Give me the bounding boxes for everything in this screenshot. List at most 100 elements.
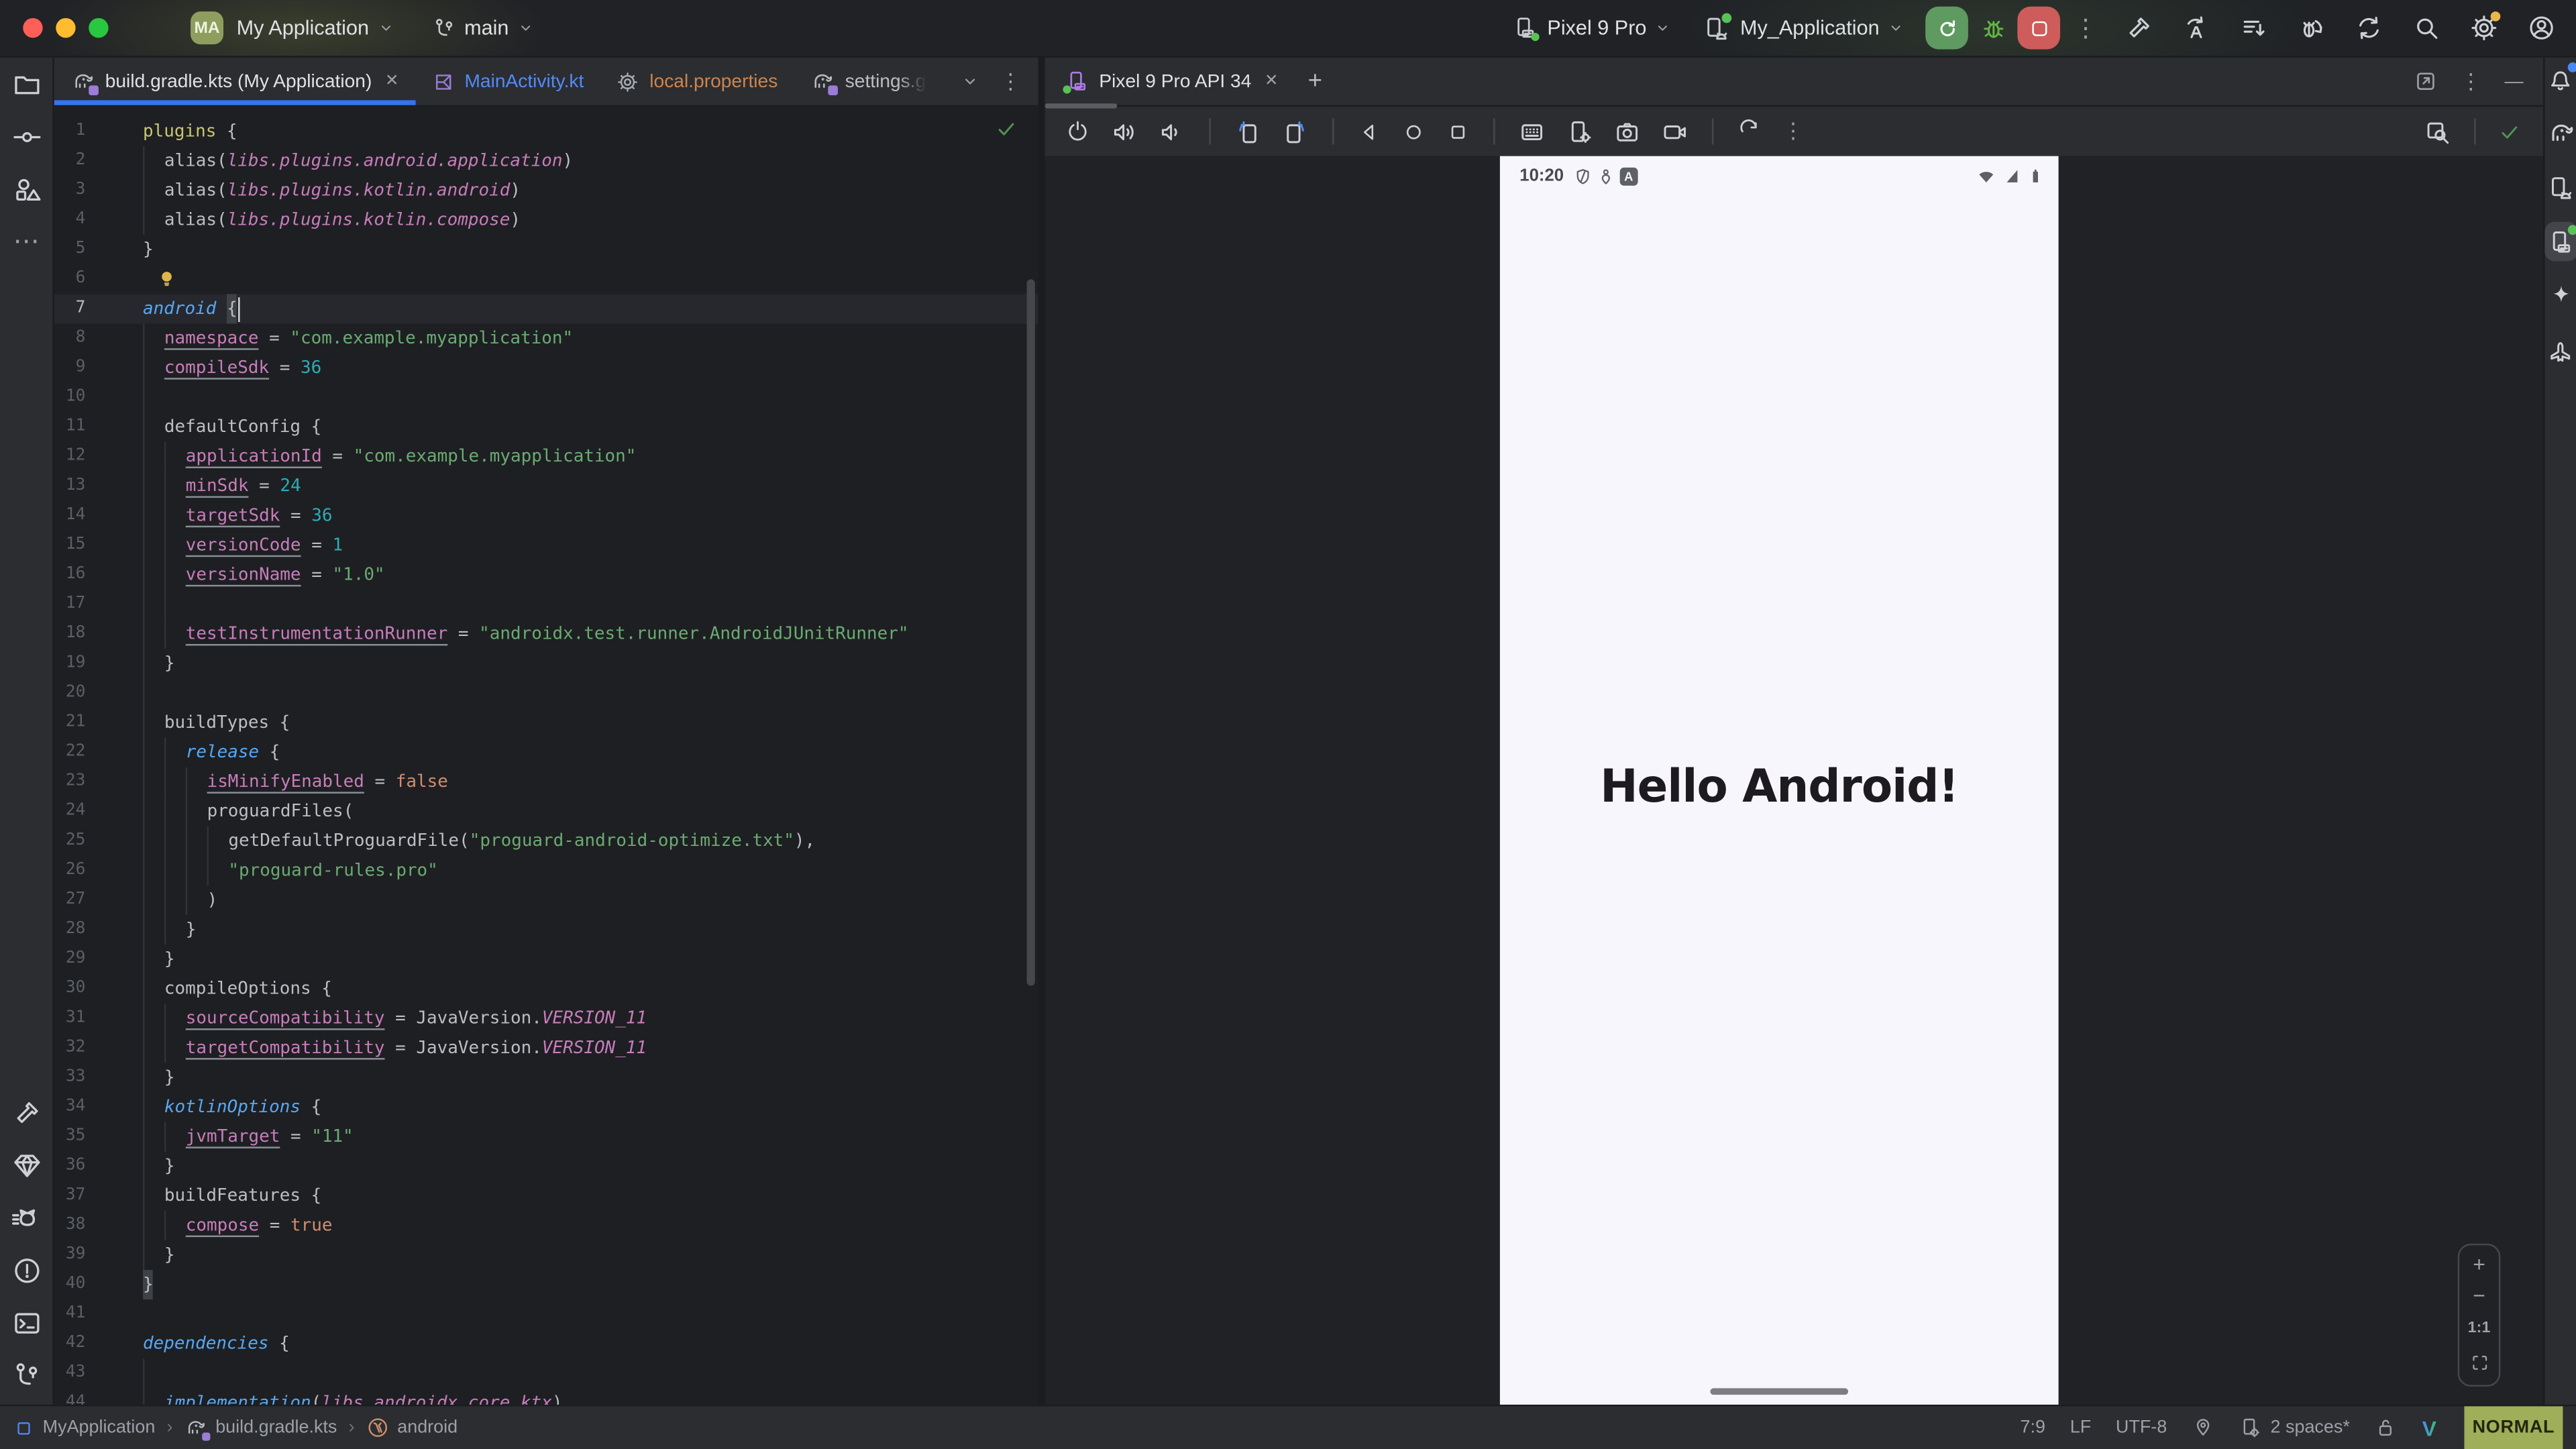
account-icon[interactable] [2527, 13, 2557, 43]
line-number[interactable]: 39 [54, 1240, 86, 1270]
pin-icon[interactable] [2192, 1416, 2214, 1439]
code-line[interactable]: 25getDefaultProguardFile("proguard-andro… [54, 826, 1038, 856]
code-line[interactable]: 14targetSdk = 36 [54, 501, 1038, 531]
code-line[interactable]: 23isMinifyEnabled = false [54, 767, 1038, 797]
code-line[interactable]: 31sourceCompatibility = JavaVersion.VERS… [54, 1004, 1038, 1033]
close-icon[interactable]: ✕ [1265, 72, 1279, 91]
code-line[interactable]: 29} [54, 945, 1038, 974]
zoom-out-button[interactable]: − [2473, 1288, 2485, 1304]
line-number[interactable]: 6 [54, 264, 86, 294]
line-number[interactable]: 14 [54, 501, 86, 531]
code-line[interactable]: 28} [54, 915, 1038, 945]
lock-open-icon[interactable] [2375, 1416, 2398, 1439]
line-number[interactable]: 16 [54, 560, 86, 590]
code-editor[interactable]: 1plugins {2alias(libs.plugins.android.ap… [54, 107, 1038, 1405]
device-more-kebab[interactable]: ⋮ [1782, 118, 1804, 144]
line-number[interactable]: 5 [54, 235, 86, 264]
tab-build-gradle[interactable]: build.gradle.kts (My Application) ✕ [54, 58, 415, 105]
code-line[interactable]: 27) [54, 885, 1038, 915]
code-line[interactable]: 42dependencies { [54, 1329, 1038, 1358]
code-line[interactable]: 44implementation(libs.androidx.core.ktx) [54, 1388, 1038, 1404]
line-number[interactable]: 13 [54, 472, 86, 501]
code-line[interactable]: 24proguardFiles( [54, 797, 1038, 826]
code-line[interactable]: 8namespace = "com.example.myapplication" [54, 323, 1038, 353]
code-line[interactable]: 43 [54, 1358, 1038, 1388]
inspections-ok-icon[interactable] [996, 118, 1017, 140]
line-number[interactable]: 22 [54, 738, 86, 767]
running-devices-button[interactable] [2544, 222, 2576, 262]
breadcrumb-file[interactable]: build.gradle.kts [184, 1416, 337, 1439]
device-inspections-ok-icon[interactable] [2499, 121, 2520, 142]
code-line[interactable]: 36} [54, 1152, 1038, 1181]
line-number[interactable]: 41 [54, 1299, 86, 1329]
search-everywhere-icon[interactable] [2412, 13, 2441, 43]
line-ending-widget[interactable]: LF [2070, 1417, 2091, 1437]
vim-plugin-icon[interactable]: V [2422, 1415, 2436, 1440]
line-number[interactable]: 40 [54, 1270, 86, 1299]
add-device-tab-button[interactable]: + [1308, 67, 1322, 95]
line-number[interactable]: 7 [54, 294, 86, 323]
virtual-keyboard-icon[interactable] [1518, 117, 1546, 146]
code-line[interactable]: 10 [54, 383, 1038, 413]
zoom-reset-button[interactable]: 1:1 [2468, 1320, 2491, 1338]
line-number[interactable]: 26 [54, 856, 86, 885]
line-number[interactable]: 21 [54, 708, 86, 738]
run-tasks-icon[interactable] [2239, 13, 2269, 43]
line-number[interactable]: 11 [54, 413, 86, 442]
build-tool-button[interactable] [7, 1093, 46, 1132]
line-number[interactable]: 19 [54, 649, 86, 678]
line-number[interactable]: 12 [54, 442, 86, 472]
code-line[interactable]: 35jvmTarget = "11" [54, 1122, 1038, 1152]
volume-up-icon[interactable] [1111, 117, 1139, 146]
open-in-window-icon[interactable] [2412, 69, 2437, 94]
breadcrumb-block[interactable]: android [366, 1416, 458, 1439]
line-number[interactable]: 33 [54, 1063, 86, 1092]
screenshot-camera-icon[interactable] [1613, 117, 1642, 146]
gradle-tool-button[interactable] [2544, 113, 2576, 153]
volume-down-icon[interactable] [1159, 117, 1187, 146]
version-control-button[interactable] [7, 1355, 46, 1395]
line-number[interactable]: 9 [54, 354, 86, 383]
code-line[interactable]: 5} [54, 235, 1038, 264]
window-minimize-button[interactable] [56, 18, 75, 38]
line-number[interactable]: 35 [54, 1122, 86, 1152]
apply-changes-icon[interactable] [2182, 13, 2211, 43]
line-number[interactable]: 3 [54, 176, 86, 205]
notifications-button[interactable] [2544, 59, 2576, 99]
resource-manager-button[interactable] [7, 169, 46, 209]
tab-local-properties[interactable]: local.properties [600, 58, 794, 105]
line-number[interactable]: 34 [54, 1093, 86, 1122]
line-number[interactable]: 36 [54, 1152, 86, 1181]
code-line[interactable]: 38compose = true [54, 1211, 1038, 1240]
code-line[interactable]: 2alias(libs.plugins.android.application) [54, 146, 1038, 176]
code-line[interactable]: 16versionName = "1.0" [54, 560, 1038, 590]
journeys-button[interactable] [2544, 330, 2576, 370]
line-number[interactable]: 4 [54, 205, 86, 235]
line-number[interactable]: 28 [54, 915, 86, 945]
project-selector[interactable]: My Application [237, 16, 396, 39]
line-number[interactable]: 15 [54, 531, 86, 560]
code-line[interactable]: 9compileSdk = 36 [54, 354, 1038, 383]
rotate-right-icon[interactable] [1281, 117, 1309, 146]
code-line[interactable]: 40} [54, 1270, 1038, 1299]
line-number[interactable]: 10 [54, 383, 86, 413]
code-line[interactable]: 3alias(libs.plugins.kotlin.android) [54, 176, 1038, 205]
line-number[interactable]: 24 [54, 797, 86, 826]
stop-button[interactable] [2017, 7, 2060, 50]
logcat-tool-button[interactable] [7, 1197, 46, 1237]
home-icon[interactable] [1401, 119, 1426, 144]
line-number[interactable]: 1 [54, 117, 86, 146]
code-line[interactable]: 32targetCompatibility = JavaVersion.VERS… [54, 1033, 1038, 1063]
rerun-button[interactable] [1925, 7, 1968, 50]
code-line[interactable]: 11defaultConfig { [54, 413, 1038, 442]
tab-mainactivity[interactable]: MainActivity.kt [415, 58, 600, 105]
build-hammer-icon[interactable] [2125, 13, 2154, 43]
gemini-button[interactable] [2544, 276, 2576, 315]
code-line[interactable]: 12applicationId = "com.example.myapplica… [54, 442, 1038, 472]
run-more-kebab[interactable]: ⋮ [2074, 13, 2098, 43]
overview-icon[interactable] [1446, 119, 1470, 144]
line-number[interactable]: 44 [54, 1388, 86, 1404]
emulator-screen[interactable]: 10:20 A Hello Android! [1500, 156, 2059, 1405]
tab-pixel-9-pro[interactable]: Pixel 9 Pro API 34 ✕ [1065, 69, 1295, 94]
editor-scrollbar[interactable] [1027, 279, 1035, 985]
